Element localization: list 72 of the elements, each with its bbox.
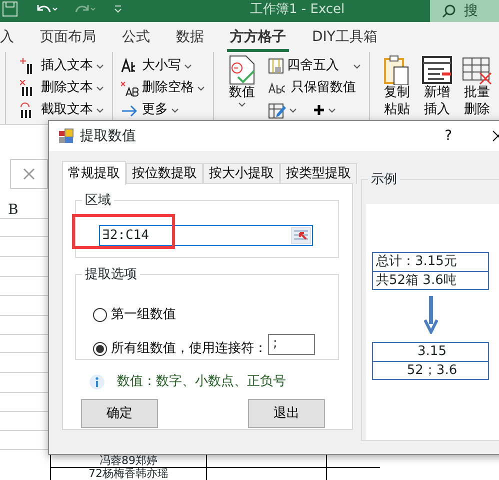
caret-icon (171, 108, 179, 112)
cancel-button[interactable] (10, 159, 48, 189)
dialog-tab[interactable]: 按位数提取 (126, 163, 203, 184)
range-picker-button[interactable] (291, 227, 311, 244)
info-text: 数值：数字、小数点、正负号 (117, 373, 286, 391)
app-icon (58, 128, 74, 144)
radio-option[interactable]: 第一组数值 (93, 305, 176, 324)
dialog-button[interactable]: 确定 (81, 399, 158, 428)
radio-icon[interactable] (93, 342, 107, 356)
dialog-button[interactable]: 退出 (248, 399, 325, 428)
ribbon-button[interactable]: 复制粘贴 (378, 55, 416, 121)
radio-option[interactable]: 所有组数值，使用连接符： (93, 339, 267, 358)
ribbon-tab[interactable]: DIY工具箱 (299, 22, 390, 52)
column-header: B (8, 201, 18, 220)
down-arrow-icon (424, 296, 438, 334)
ribbon-button[interactable]: 只保留数值 (268, 77, 361, 99)
ribbon-button[interactable]: 更多 (121, 99, 205, 121)
ribbon-button[interactable]: 新增插入 (418, 55, 456, 121)
caret-icon (328, 108, 336, 112)
close-icon (23, 168, 35, 180)
search-field[interactable]: 搜 (430, 0, 499, 22)
ribbon-button[interactable]: 插入文本 (20, 55, 104, 77)
info-icon (89, 374, 105, 390)
delete-icon (20, 80, 32, 96)
caret-icon (238, 102, 246, 107)
ribbon-tab[interactable]: 入 (0, 22, 27, 52)
caret-icon (96, 64, 104, 68)
caret-icon (96, 86, 104, 90)
range-field[interactable]: ∃2:C14 (99, 225, 313, 246)
help-button[interactable]: ? (444, 126, 452, 146)
example-cell: 共52箱 3.6吨 (373, 271, 488, 289)
dialog-title: 提取数值 (80, 126, 136, 146)
radio-icon[interactable] (93, 308, 107, 322)
ribbon-button[interactable]: 删除空格 (121, 77, 205, 99)
dialog-tab[interactable]: 按类型提取 (280, 163, 357, 184)
caret-icon (184, 64, 192, 68)
table-arrow-icon (294, 230, 308, 241)
caret-icon (353, 64, 361, 68)
group-label: 示例 (370, 173, 398, 186)
space-icon (121, 80, 139, 96)
pencil-table-icon (268, 102, 286, 118)
example-cell-text: 3.15 (416, 343, 448, 361)
insert-icon (20, 58, 32, 74)
caret-icon (96, 108, 104, 112)
table-cell: 72杨梅香韩亦瑶 (50, 468, 207, 480)
ribbon-tab[interactable]: 页面布局 (27, 22, 109, 52)
search-icon (442, 4, 456, 18)
group-label: 区域 (84, 194, 112, 207)
ribbon-button[interactable]: 截取文本 (20, 99, 104, 121)
ribbon-tab[interactable]: 公式 (109, 22, 163, 52)
caret-icon (289, 108, 297, 112)
dialog-tab[interactable]: 按大小提取 (203, 163, 280, 184)
save-icon (2, 1, 18, 17)
ribbon-tab[interactable]: 数据 (163, 22, 217, 52)
example-cell-text: 总计：3.15元 (375, 253, 458, 271)
customize-icon[interactable] (114, 5, 122, 13)
plus-icon (313, 104, 325, 116)
window-title: 工作簿1 - Excel (250, 2, 345, 18)
dialog-tab[interactable]: 常规提取 (62, 161, 126, 185)
deltable-icon (462, 55, 492, 85)
ribbon-button[interactable]: 大小写 (121, 55, 205, 77)
example-cell: 52；3.6 (373, 361, 488, 379)
ribbon-tab[interactable]: 方方格子 (217, 22, 299, 52)
ribbon-button[interactable]: 数值 (222, 55, 262, 121)
ribbon-button[interactable]: 四舍五入 (268, 55, 361, 77)
caret-icon (197, 86, 205, 90)
group-label: 提取选项 (84, 268, 138, 281)
case-icon (121, 58, 135, 74)
ribbon-button[interactable]: 删除文本 (20, 77, 104, 99)
separator-field[interactable]: ; (268, 334, 315, 355)
ribbon-button[interactable]: 批量删除 (458, 55, 496, 121)
document-check-icon (228, 55, 256, 85)
